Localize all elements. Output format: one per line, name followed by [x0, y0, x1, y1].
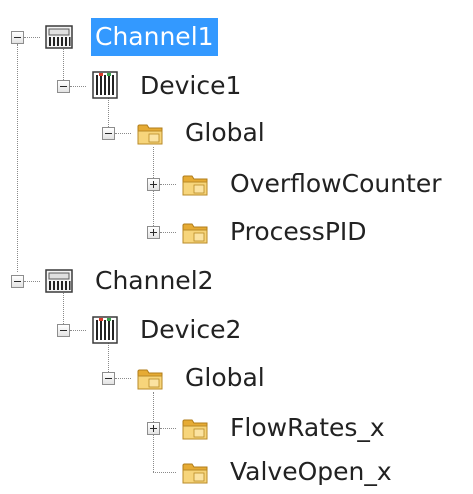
tree-line-h-valveopen — [153, 472, 176, 473]
folder-icon — [180, 169, 210, 199]
tree-node-label[interactable]: ProcessPID — [226, 213, 371, 251]
tree-node-label[interactable]: Global — [181, 114, 269, 152]
tree-line-h-channel1 — [24, 37, 40, 38]
collapse-toggle-icon[interactable] — [102, 127, 115, 140]
expand-toggle-icon[interactable] — [147, 226, 160, 239]
channel-icon — [44, 22, 74, 52]
collapse-toggle-icon[interactable] — [57, 80, 70, 93]
tree-line-h-overflowcounter — [160, 184, 176, 185]
tree-node-label[interactable]: FlowRates_x — [226, 409, 389, 447]
folder-icon — [135, 363, 165, 393]
tree-line-h-flowrates — [160, 428, 176, 429]
tree-node-label[interactable]: Device2 — [136, 311, 245, 349]
tree-line-channel-siblings — [17, 44, 18, 272]
tree-line-h-global1 — [115, 133, 131, 134]
tree-line-h-device1 — [70, 86, 86, 87]
tree-node-label[interactable]: ValveOpen_x — [226, 453, 396, 491]
folder-icon — [180, 413, 210, 443]
expand-toggle-icon[interactable] — [147, 422, 160, 435]
folder-icon — [135, 118, 165, 148]
collapse-toggle-icon[interactable] — [102, 372, 115, 385]
device-icon — [90, 315, 120, 345]
folder-icon — [180, 457, 210, 487]
tree-node-label[interactable]: OverflowCounter — [226, 165, 446, 203]
expand-toggle-icon[interactable] — [147, 178, 160, 191]
folder-icon — [180, 217, 210, 247]
channel-icon — [44, 266, 74, 296]
collapse-toggle-icon[interactable] — [57, 324, 70, 337]
collapse-toggle-icon[interactable] — [11, 275, 24, 288]
collapse-toggle-icon[interactable] — [11, 31, 24, 44]
tree-line-h-device2 — [70, 330, 86, 331]
device-icon — [90, 70, 120, 100]
tree-node-label[interactable]: Channel1 — [91, 18, 218, 56]
tree-node-label[interactable]: Global — [181, 359, 269, 397]
tree-node-label[interactable]: Device1 — [136, 67, 245, 105]
tag-tree-view[interactable]: Channel1 Device1 Global OverflowCounter … — [0, 0, 473, 494]
tree-node-label[interactable]: Channel2 — [91, 262, 218, 300]
tree-line-h-global2 — [115, 378, 131, 379]
tree-line-h-processpid — [160, 232, 176, 233]
tree-line-h-channel2 — [24, 281, 40, 282]
